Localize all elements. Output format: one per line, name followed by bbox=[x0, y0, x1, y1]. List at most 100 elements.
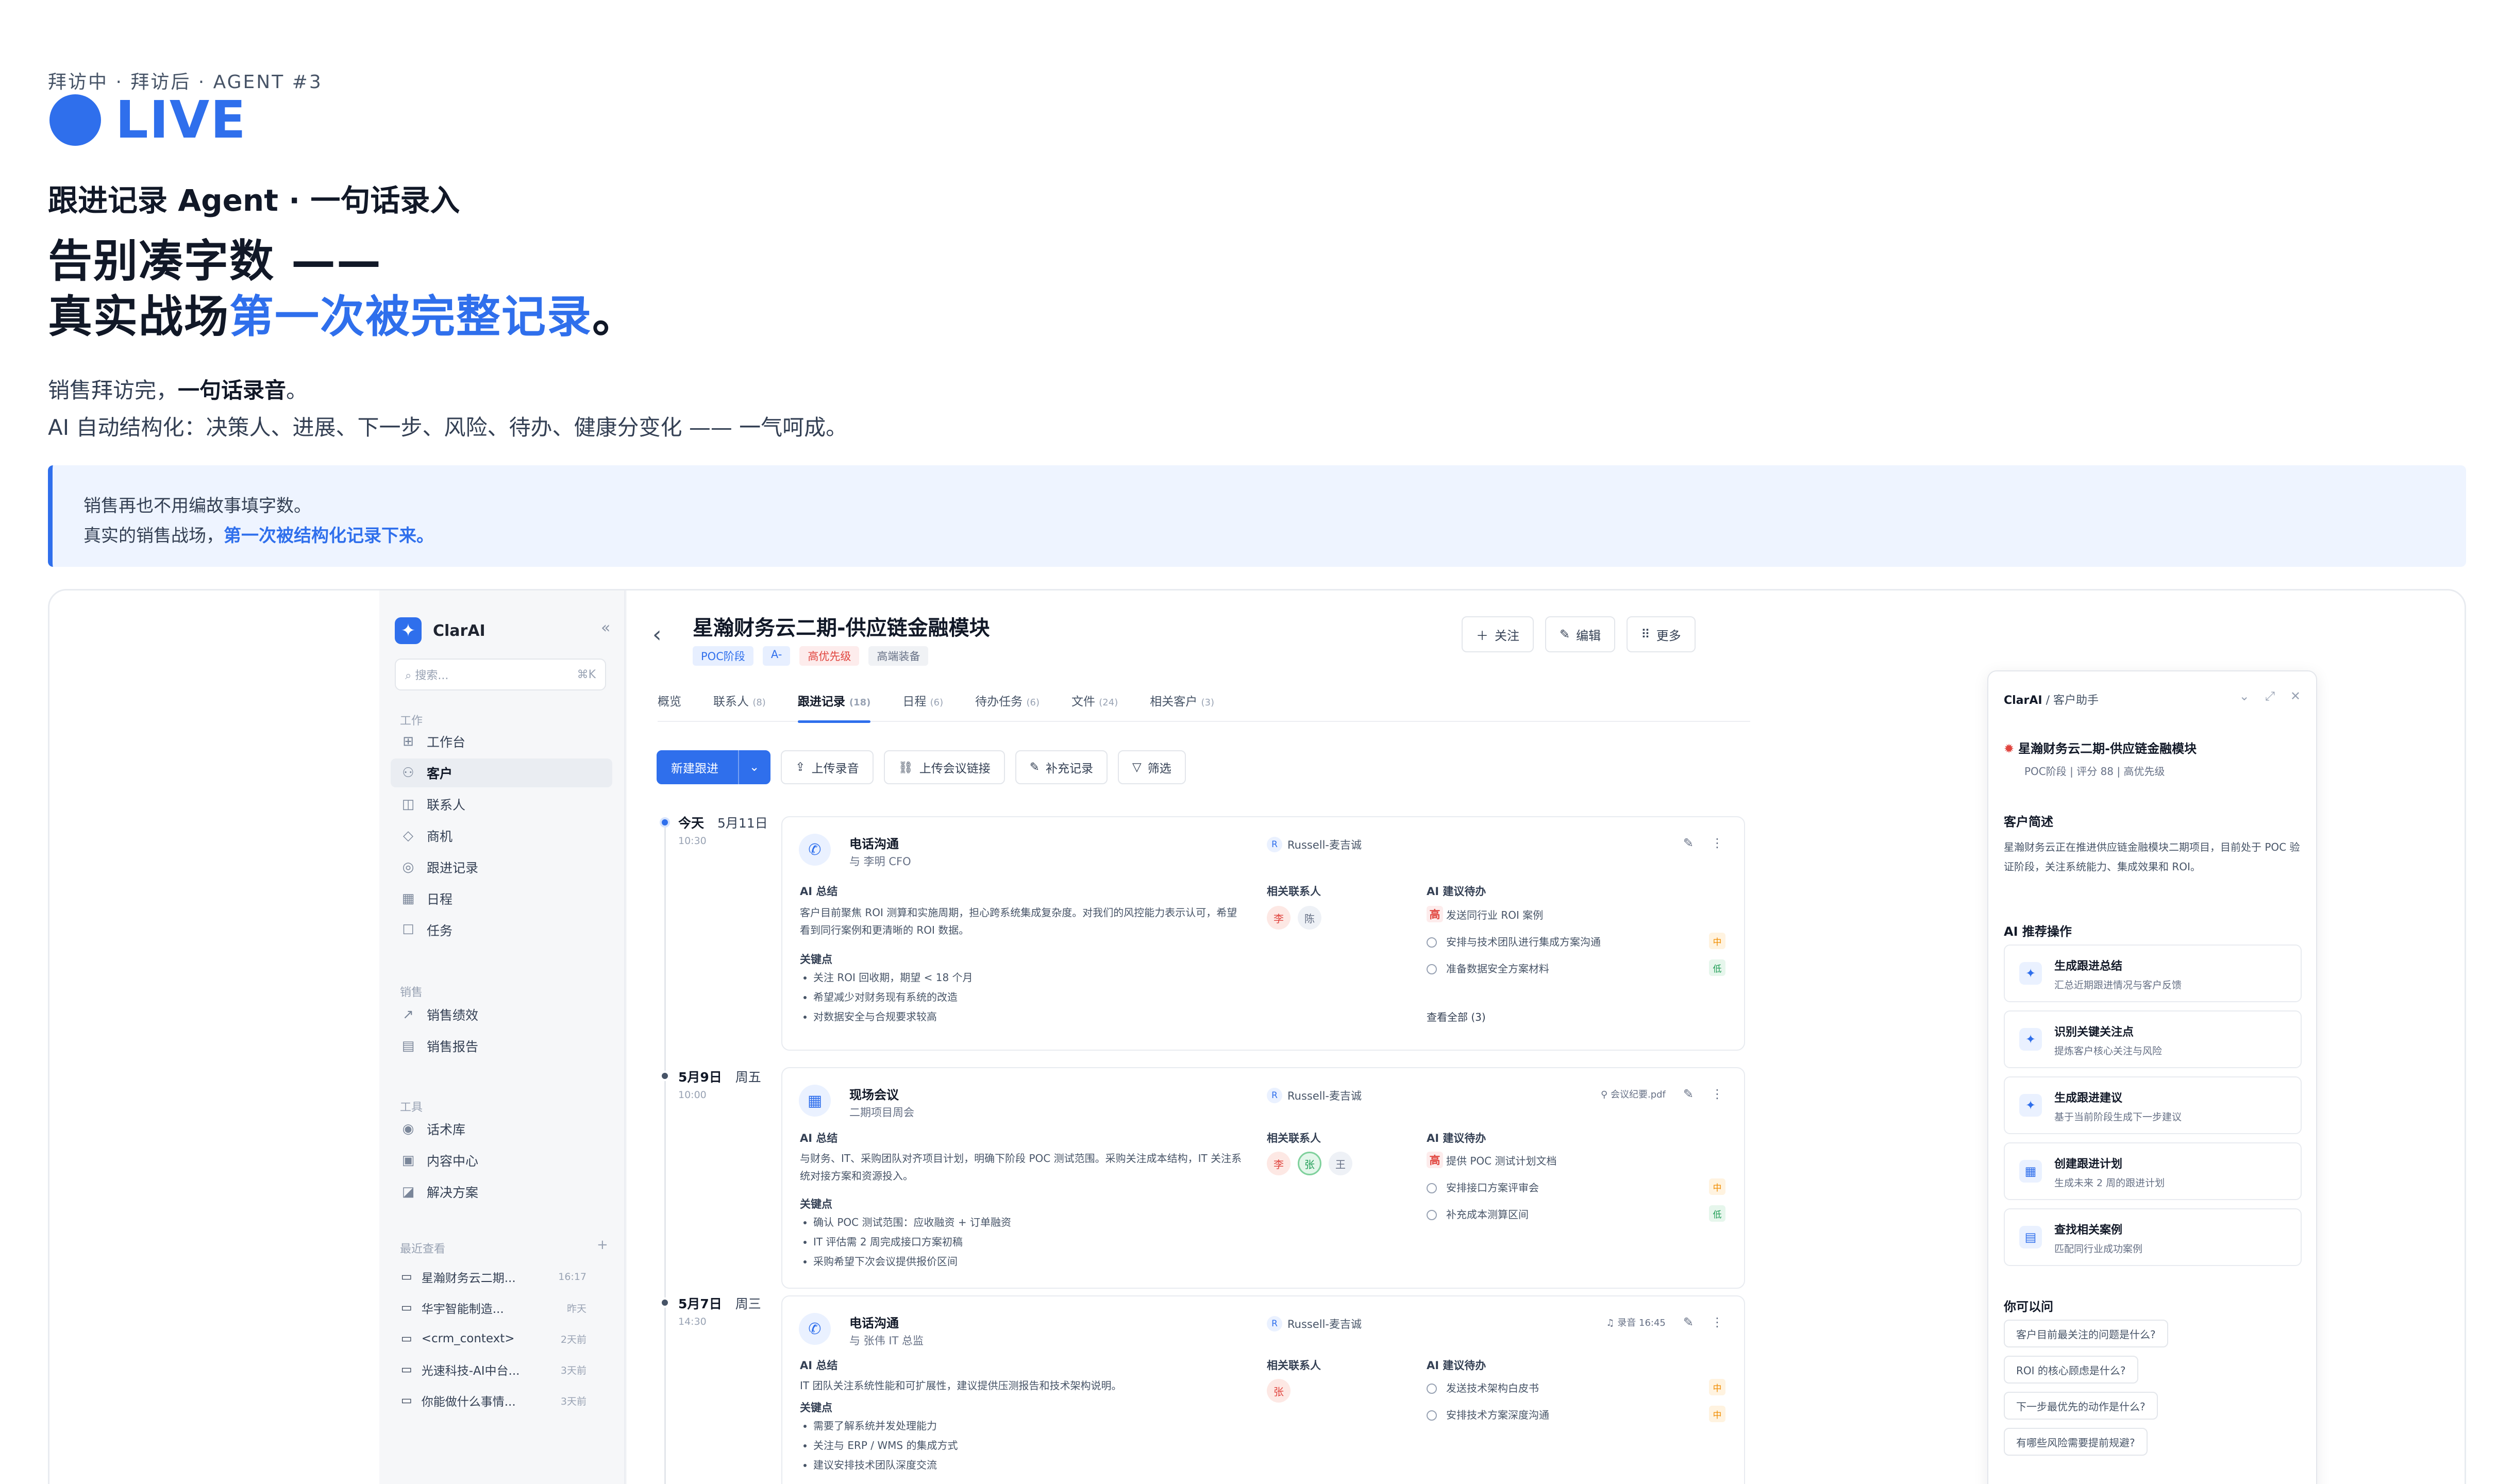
sidebar-item-performance[interactable]: ↗ 销售绩效 bbox=[391, 1000, 612, 1029]
customer-summary: 星瀚财务云正在推进供应链金融模块二期项目，目前处于 POC 验证阶段，关注系统能… bbox=[2004, 841, 2300, 873]
suggested-question[interactable]: 下一步最优先的动作是什么? bbox=[2004, 1392, 2158, 1420]
recent-item[interactable]: ▭ 光速科技-AI中台... 3天前 bbox=[391, 1356, 612, 1383]
chevron-down-icon[interactable]: ⌄ bbox=[2239, 689, 2250, 703]
section-recent: 最近查看 bbox=[400, 1243, 446, 1256]
new-followup-button[interactable]: 新建跟进 ⌄ bbox=[657, 750, 771, 784]
action-card[interactable]: ✦ 生成跟进建议 基于当前阶段生成下一步建议 bbox=[2004, 1076, 2302, 1134]
sidebar-item-followups[interactable]: ◎ 跟进记录 bbox=[391, 853, 612, 882]
upload-link-button[interactable]: ⛓ 上传会议链接 bbox=[883, 750, 1005, 784]
owner-avatar: R bbox=[1267, 837, 1282, 852]
sidebar-item-deals[interactable]: ◇ 商机 bbox=[391, 821, 612, 850]
followup-card[interactable]: ✆ 电话沟通 与 李明 CFO R Russell-麦吉诚 ✎ ⋮ AI 总结 客户… bbox=[781, 816, 1745, 1051]
todo-item[interactable]: 提供 POC 测试计划文档高 bbox=[1427, 1146, 1725, 1173]
tab-tasks[interactable]: 待办任务 (6) bbox=[975, 691, 1040, 722]
avatar: 李 bbox=[1267, 1152, 1291, 1175]
link-icon: ⛓ bbox=[898, 761, 913, 774]
recent-item[interactable]: ▭ 华宇智能制造... 昨天 bbox=[391, 1294, 612, 1321]
more-icon[interactable]: ⋮ bbox=[1711, 836, 1723, 850]
tab-files[interactable]: 文件 (24) bbox=[1071, 691, 1118, 722]
todo-item[interactable]: 补充成本测算区间低 bbox=[1427, 1200, 1725, 1227]
assistant-customer: ✹ 星瀚财务云二期-供应链金融模块 bbox=[2004, 741, 2197, 756]
action-card[interactable]: ▦ 创建跟进计划 生成未来 2 周的跟进计划 bbox=[2004, 1142, 2302, 1200]
action-card[interactable]: ✦ 生成跟进总结 汇总近期跟进情况与客户反馈 bbox=[2004, 945, 2302, 1002]
upload-audio-button[interactable]: ⇪ 上传录音 bbox=[781, 750, 874, 784]
upload-icon: ⇪ bbox=[795, 761, 806, 774]
chat-icon: ▭ bbox=[401, 1363, 412, 1376]
edit-icon[interactable]: ✎ bbox=[1683, 1087, 1694, 1101]
sidebar-item-scripts[interactable]: ◉ 话术库 bbox=[391, 1115, 612, 1143]
avatar: 王 bbox=[1329, 1152, 1352, 1175]
follow-button[interactable]: ＋关注 bbox=[1462, 616, 1534, 652]
followup-card[interactable]: ✆ 电话沟通 与 张伟 IT 总监 R Russell-麦吉诚 ♫ 录音 16:4… bbox=[781, 1295, 1745, 1484]
recent-item[interactable]: ▭ 星瀚财务云二期... 16:17 bbox=[391, 1263, 612, 1290]
record-time: 14:30 bbox=[678, 1316, 707, 1327]
search-input[interactable]: ⌕ 搜索... ⌘K bbox=[395, 659, 606, 690]
add-icon[interactable]: + bbox=[597, 1237, 608, 1253]
more-icon[interactable]: ⋮ bbox=[1711, 1087, 1723, 1101]
more-button[interactable]: ⠿ 更多 bbox=[1627, 616, 1696, 652]
callout: 销售再也不用编故事填字数。 真实的销售战场，第一次被结构化记录下来。 bbox=[48, 465, 2466, 567]
avatar: 陈 bbox=[1298, 906, 1321, 930]
sidebar-item-tasks[interactable]: ☐ 任务 bbox=[391, 916, 612, 945]
back-icon[interactable]: ‹ bbox=[652, 621, 662, 648]
tab-followups[interactable]: 跟进记录 (18) bbox=[797, 691, 870, 723]
followup-card[interactable]: ▦ 现场会议 二期项目周会 R Russell-麦吉诚 ⚲ 会议纪要.pdf ✎ ⋮ … bbox=[781, 1067, 1745, 1289]
timeline-line bbox=[664, 825, 666, 1484]
grid-dots-icon: ⠿ bbox=[1641, 627, 1650, 642]
calendar-icon: ▦ bbox=[401, 891, 415, 906]
sidebar-item-solutions[interactable]: ◪ 解决方案 bbox=[391, 1177, 612, 1206]
more-icon[interactable]: ⋮ bbox=[1711, 1315, 1723, 1329]
filter-button[interactable]: ▽ 筛选 bbox=[1118, 750, 1186, 784]
edit-icon[interactable]: ✎ bbox=[1683, 836, 1694, 850]
subtitle: 跟进记录 Agent · 一句话录入 bbox=[48, 183, 460, 218]
tab-related[interactable]: 相关客户 (3) bbox=[1150, 691, 1214, 722]
record-date: 5月7日 周三 bbox=[678, 1296, 761, 1311]
tab-calendar[interactable]: 日程 (6) bbox=[902, 691, 943, 722]
focus-icon: ✦ bbox=[2019, 1028, 2042, 1051]
recent-item[interactable]: ▭ <crm_context> 2天前 bbox=[391, 1325, 612, 1352]
headline-line-2: 真实战场第一次被完整记录。 bbox=[48, 291, 638, 343]
sidebar-item-contacts[interactable]: ◫ 联系人 bbox=[391, 790, 612, 819]
page-title: 星瀚财务云二期-供应链金融模块 bbox=[693, 616, 990, 640]
sidebar-item-calendar[interactable]: ▦ 日程 bbox=[391, 884, 612, 913]
filter-icon: ▽ bbox=[1132, 761, 1142, 774]
action-card[interactable]: ▤ 查找相关案例 匹配同行业成功案例 bbox=[2004, 1208, 2302, 1266]
target-icon: ◎ bbox=[402, 859, 414, 875]
edit-icon[interactable]: ✎ bbox=[1683, 1315, 1694, 1329]
tag-list: POC阶段 A- 高优先级 高端装备 bbox=[693, 646, 929, 666]
todo-item[interactable]: 安排与技术团队进行集成方案沟通中 bbox=[1427, 927, 1725, 954]
tab-overview[interactable]: 概览 bbox=[658, 691, 681, 722]
todo-item[interactable]: 发送同行业 ROI 案例高 bbox=[1427, 901, 1725, 927]
brand[interactable]: ✦ ClarAI bbox=[395, 617, 485, 644]
todo-item[interactable]: 发送技术架构白皮书中 bbox=[1427, 1374, 1725, 1401]
expand-icon[interactable]: ⤢ bbox=[2265, 689, 2275, 703]
sidebar-item-reports[interactable]: ▤ 销售报告 bbox=[391, 1032, 612, 1060]
tab-contacts[interactable]: 联系人 (8) bbox=[713, 691, 766, 722]
sidebar-item-content[interactable]: ▣ 内容中心 bbox=[391, 1146, 612, 1175]
view-all-link[interactable]: 查看全部 (3) bbox=[1427, 1009, 1486, 1024]
task-icon: ☐ bbox=[402, 922, 414, 938]
paperclip-icon: ⚲ bbox=[1601, 1089, 1608, 1100]
timeline-dot bbox=[660, 1071, 670, 1081]
todo-item[interactable]: 安排接口方案评审会中 bbox=[1427, 1173, 1725, 1200]
sidebar-item-dashboard[interactable]: ⊞ 工作台 bbox=[391, 727, 612, 756]
todo-item[interactable]: 安排技术方案深度沟通中 bbox=[1427, 1401, 1725, 1427]
edit-button[interactable]: ✎ 编辑 bbox=[1545, 616, 1616, 652]
assistant-breadcrumb: ClarAI / 客户助手 bbox=[2004, 694, 2099, 707]
suggested-question[interactable]: ROI 的核心顾虑是什么? bbox=[2004, 1356, 2138, 1384]
assistant-panel: ClarAI / 客户助手 ⌄ ⤢ ✕ ✹ 星瀚财务云二期-供应链金融模块 POC阶段… bbox=[1987, 670, 2317, 1484]
todo-item[interactable]: 准备数据安全方案材料低 bbox=[1427, 954, 1725, 981]
suggested-question[interactable]: 客户目前最关注的问题是什么? bbox=[2004, 1320, 2168, 1347]
solution-icon: ◪ bbox=[401, 1184, 415, 1200]
collapse-icon[interactable]: « bbox=[601, 619, 610, 637]
sidebar-item-customers[interactable]: ⚇ 客户 bbox=[391, 758, 612, 787]
add-note-button[interactable]: ✎ 补充记录 bbox=[1015, 750, 1108, 784]
live-dot-icon bbox=[49, 94, 101, 146]
description: 销售拜访完，一句话录音。 AI 自动结构化：决策人、进展、下一步、风险、待办、健… bbox=[48, 378, 848, 440]
attachment: ♫ 录音 16:45 bbox=[1606, 1318, 1666, 1328]
action-card[interactable]: ✦ 识别关键关注点 提炼客户核心关注与风险 bbox=[2004, 1010, 2302, 1068]
close-icon[interactable]: ✕ bbox=[2290, 689, 2301, 703]
suggested-question[interactable]: 有哪些风险需要提前规避? bbox=[2004, 1428, 2148, 1456]
recent-item[interactable]: ▭ 你能做什么事情... 3天前 bbox=[391, 1387, 612, 1414]
chat-icon: ▭ bbox=[401, 1301, 412, 1314]
